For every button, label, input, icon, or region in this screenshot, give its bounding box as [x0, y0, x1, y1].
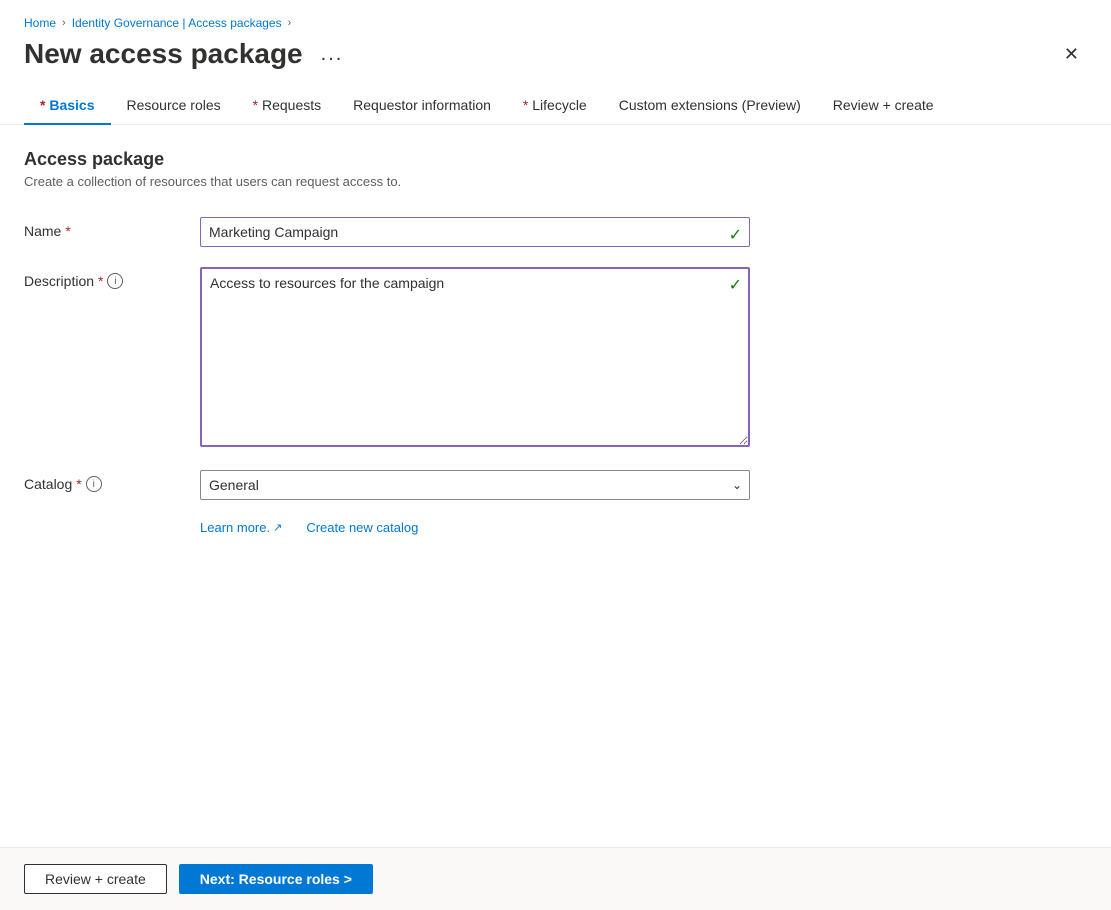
modal-container: Home › Identity Governance | Access pack…	[0, 0, 1111, 910]
review-create-button[interactable]: Review + create	[24, 864, 167, 894]
description-textarea[interactable]: Access to resources for the campaign	[200, 267, 750, 447]
external-link-icon: ↗	[273, 521, 282, 534]
breadcrumb-sep1: ›	[62, 17, 66, 29]
breadcrumb-home[interactable]: Home	[24, 16, 56, 30]
name-label: Name *	[24, 217, 184, 239]
tab-requests[interactable]: Requests	[237, 87, 338, 125]
catalog-required-star: *	[76, 476, 81, 492]
name-required-star: *	[65, 223, 70, 239]
catalog-select-wrapper: General Custom Catalog 1 Custom Catalog …	[200, 470, 750, 500]
description-check-icon: ✓	[729, 275, 742, 295]
page-title: New access package	[24, 38, 303, 70]
name-control: ✓	[200, 217, 750, 247]
catalog-row: Catalog * i General Custom Catalog 1 Cus…	[24, 470, 1087, 500]
tab-basics[interactable]: Basics	[24, 87, 111, 125]
create-catalog-link[interactable]: Create new catalog	[306, 520, 418, 535]
breadcrumb-sep2: ›	[288, 17, 292, 29]
description-control: Access to resources for the campaign ✓	[200, 267, 750, 450]
modal-header: Home › Identity Governance | Access pack…	[0, 0, 1111, 86]
close-button[interactable]: ✕	[1056, 40, 1087, 69]
name-row: Name * ✓	[24, 217, 1087, 247]
tabs-bar: Basics Resource roles Requests Requestor…	[0, 86, 1111, 125]
tab-resource-roles[interactable]: Resource roles	[111, 87, 237, 125]
breadcrumb: Home › Identity Governance | Access pack…	[24, 16, 1087, 30]
tab-review-create[interactable]: Review + create	[817, 87, 950, 125]
catalog-info-icon[interactable]: i	[86, 476, 102, 492]
links-row: Learn more. ↗ Create new catalog	[200, 520, 1087, 535]
description-info-icon[interactable]: i	[107, 273, 123, 289]
breadcrumb-section[interactable]: Identity Governance | Access packages	[72, 16, 282, 30]
name-input[interactable]	[200, 217, 750, 247]
next-button[interactable]: Next: Resource roles >	[179, 864, 373, 894]
page-title-left: New access package ...	[24, 38, 349, 70]
description-label: Description * i	[24, 267, 184, 289]
page-title-row: New access package ... ✕	[24, 38, 1087, 70]
description-row: Description * i Access to resources for …	[24, 267, 1087, 450]
description-required-star: *	[98, 273, 103, 289]
tab-requestor-information[interactable]: Requestor information	[337, 87, 507, 125]
ellipsis-button[interactable]: ...	[315, 41, 350, 68]
tab-lifecycle[interactable]: Lifecycle	[507, 87, 603, 125]
tab-custom-extensions[interactable]: Custom extensions (Preview)	[603, 87, 817, 125]
section-subtitle: Create a collection of resources that us…	[24, 174, 1087, 189]
modal-footer: Review + create Next: Resource roles >	[0, 847, 1111, 910]
name-check-icon: ✓	[729, 225, 742, 245]
learn-more-link[interactable]: Learn more. ↗	[200, 520, 282, 535]
catalog-label: Catalog * i	[24, 470, 184, 492]
catalog-select[interactable]: General Custom Catalog 1 Custom Catalog …	[200, 470, 750, 500]
section-title: Access package	[24, 149, 1087, 170]
modal-body: Access package Create a collection of re…	[0, 125, 1111, 847]
